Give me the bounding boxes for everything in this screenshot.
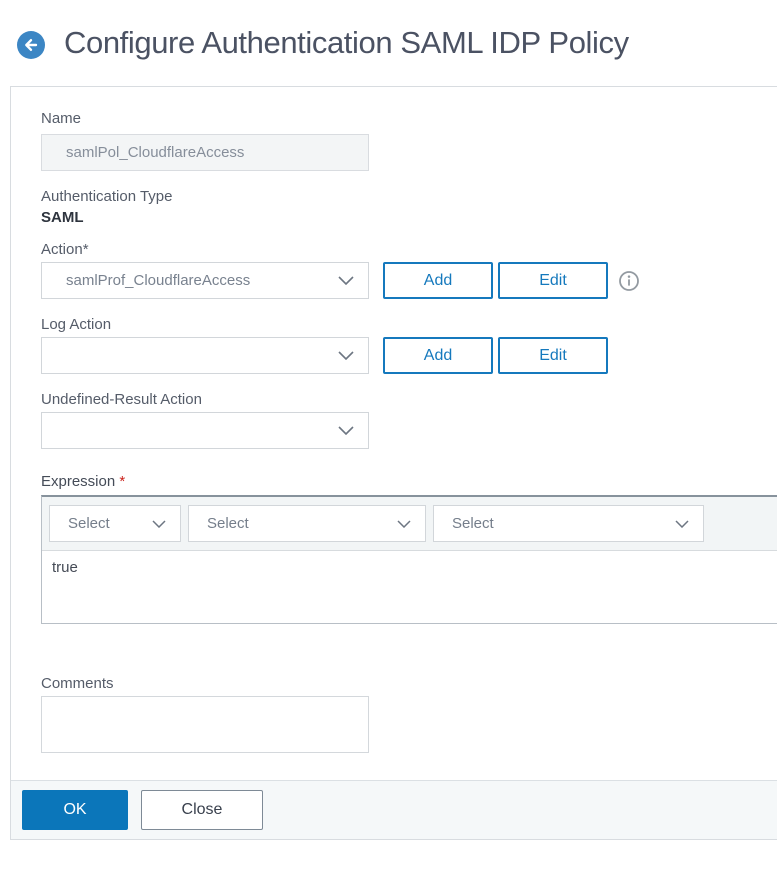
undefined-result-action-label: Undefined-Result Action [41, 391, 202, 408]
log-action-add-button[interactable]: Add [383, 337, 493, 374]
chevron-down-icon [338, 276, 354, 285]
expression-select-3[interactable]: Select [433, 505, 704, 542]
action-row: samlProf_CloudflareAccess Add Edit [41, 262, 777, 299]
close-button[interactable]: Close [141, 790, 263, 830]
log-action-select[interactable] [41, 337, 369, 374]
chevron-down-icon [338, 426, 354, 435]
dialog-footer: OK Close [11, 780, 777, 839]
expression-label: Expression * [41, 473, 126, 490]
chevron-down-icon [397, 519, 411, 528]
chevron-down-icon [338, 351, 354, 360]
log-action-label: Log Action [41, 316, 112, 333]
action-select-value: samlProf_CloudflareAccess [66, 272, 251, 289]
page-title: Configure Authentication SAML IDP Policy [64, 25, 629, 60]
expression-toolbar: Select Select Select [42, 497, 777, 551]
comments-input[interactable] [41, 696, 369, 753]
expression-select-2[interactable]: Select [188, 505, 426, 542]
ok-button[interactable]: OK [22, 790, 128, 830]
expression-editor: Select Select Select true [41, 495, 777, 624]
authentication-type-label: Authentication Type [41, 188, 173, 205]
required-asterisk: * [119, 473, 126, 490]
name-label: Name [41, 110, 82, 127]
name-input [41, 134, 369, 171]
action-add-button[interactable]: Add [383, 262, 493, 299]
chevron-down-icon [675, 519, 689, 528]
arrow-left-icon [17, 31, 45, 59]
expression-select-1[interactable]: Select [49, 505, 181, 542]
undefined-result-action-select[interactable] [41, 412, 369, 449]
action-edit-button[interactable]: Edit [498, 262, 608, 299]
chevron-down-icon [152, 519, 166, 528]
form-panel: Name Authentication Type SAML Action* sa… [10, 86, 777, 840]
back-button[interactable] [17, 31, 45, 59]
authentication-type-value: SAML [41, 209, 84, 226]
page-header: Configure Authentication SAML IDP Policy [0, 0, 777, 86]
expression-input[interactable]: true [42, 551, 777, 623]
log-action-edit-button[interactable]: Edit [498, 337, 608, 374]
action-info-button[interactable] [618, 270, 640, 292]
comments-label: Comments [41, 675, 114, 692]
action-select[interactable]: samlProf_CloudflareAccess [41, 262, 369, 299]
info-circle-icon [619, 270, 639, 291]
action-label: Action* [41, 241, 89, 258]
log-action-row: Add Edit [41, 337, 777, 374]
